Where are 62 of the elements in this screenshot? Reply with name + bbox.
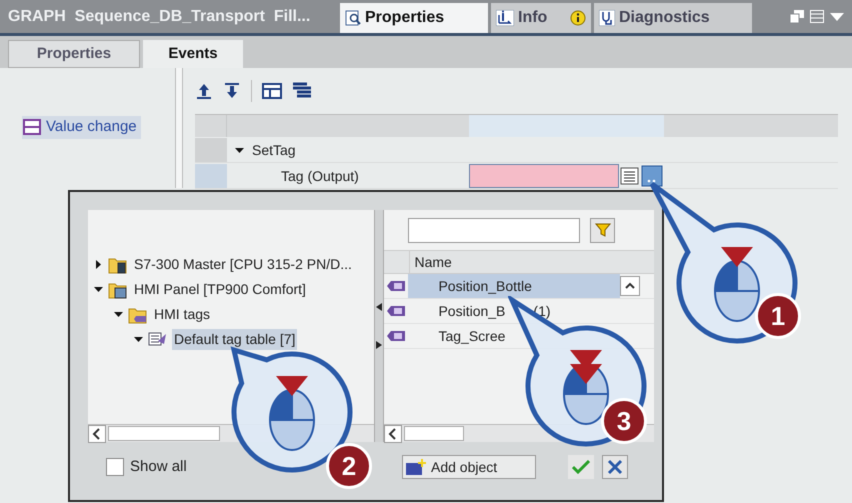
- tree-item[interactable]: HMI Panel [TP900 Comfort]: [132, 279, 308, 300]
- collapse-arrow-icon[interactable]: [114, 310, 122, 319]
- column-header: Name: [414, 252, 452, 272]
- info-arrows-icon: [496, 10, 514, 26]
- parameter-label: Tag (Output): [281, 166, 359, 186]
- show-all-label: Show all: [130, 456, 187, 477]
- close-icon: [607, 459, 623, 475]
- scroll-left-icon[interactable]: [88, 424, 106, 442]
- collapse-arrow-icon[interactable]: [134, 335, 142, 344]
- row-header-cell[interactable]: [195, 164, 227, 188]
- folder-tags-icon: [128, 306, 148, 324]
- add-object-button[interactable]: Add object: [402, 455, 536, 479]
- scrollbar-thumb[interactable]: [404, 426, 464, 441]
- inspector-tab[interactable]: Properties: [340, 3, 488, 33]
- scroll-up-icon[interactable]: [620, 276, 640, 296]
- move-down-icon[interactable]: [223, 82, 241, 100]
- tag-icon: [386, 305, 406, 317]
- filter-button[interactable]: [590, 218, 616, 242]
- scrollbar-thumb[interactable]: [108, 426, 220, 441]
- browse-button-icon[interactable]: [641, 164, 663, 188]
- folder-panel-icon: [108, 280, 128, 298]
- tag-name[interactable]: Tag_Scree: [438, 326, 506, 346]
- cancel-button[interactable]: [602, 455, 628, 479]
- folder-device-icon: [108, 256, 128, 274]
- restore-window-icon[interactable]: [790, 10, 804, 23]
- magnifier-icon: [345, 10, 361, 26]
- add-object-icon: [405, 458, 427, 476]
- dropdown-arrow-icon[interactable]: [830, 10, 844, 23]
- scroll-left-icon[interactable]: [384, 424, 402, 442]
- info-badge-icon: [570, 10, 586, 26]
- tag-icon: [386, 280, 406, 292]
- property-tab[interactable]: Properties: [8, 40, 140, 68]
- event-icon: [22, 118, 42, 136]
- editor-title: GRAPH Sequence_DB_Transport Fill...: [8, 6, 312, 26]
- stethoscope-icon: [599, 10, 615, 26]
- search-field[interactable]: [408, 218, 580, 242]
- expand-all-icon[interactable]: [292, 82, 312, 100]
- move-up-icon[interactable]: [195, 82, 213, 100]
- confirm-button[interactable]: [568, 455, 594, 479]
- selected-tag-row[interactable]: Position_Bottle: [408, 274, 620, 298]
- collapse-all-icon[interactable]: [262, 82, 282, 100]
- tree-item[interactable]: HMI tags: [152, 304, 212, 325]
- tree-item[interactable]: S7-300 Master [CPU 315-2 PN/D...: [132, 254, 354, 275]
- row-header-cell[interactable]: [195, 138, 227, 162]
- tag-icon: [386, 330, 406, 342]
- tag-name[interactable]: Position_B: [438, 300, 506, 322]
- tag-table-icon: [148, 330, 168, 348]
- filter-icon: [594, 222, 611, 238]
- inspector-tab[interactable]: Diagnostics: [594, 3, 752, 33]
- tag-name: Position_Bottle: [438, 276, 532, 296]
- expand-arrow-icon[interactable]: [94, 260, 102, 269]
- property-tab[interactable]: Events: [143, 40, 243, 68]
- collapse-arrow-icon[interactable]: [94, 285, 102, 294]
- event-item[interactable]: Value change: [22, 116, 141, 138]
- parameter-label: SetTag: [252, 140, 296, 160]
- collapse-arrow-icon[interactable]: [235, 146, 244, 154]
- checkmark-icon: [572, 460, 590, 474]
- tree-item[interactable]: Default tag table [7]: [172, 329, 298, 350]
- panel-layout-icon[interactable]: [810, 10, 824, 23]
- show-all-checkbox[interactable]: [106, 458, 124, 476]
- inspector-tab[interactable]: Info: [491, 3, 591, 33]
- tag-value-field[interactable]: [469, 164, 619, 188]
